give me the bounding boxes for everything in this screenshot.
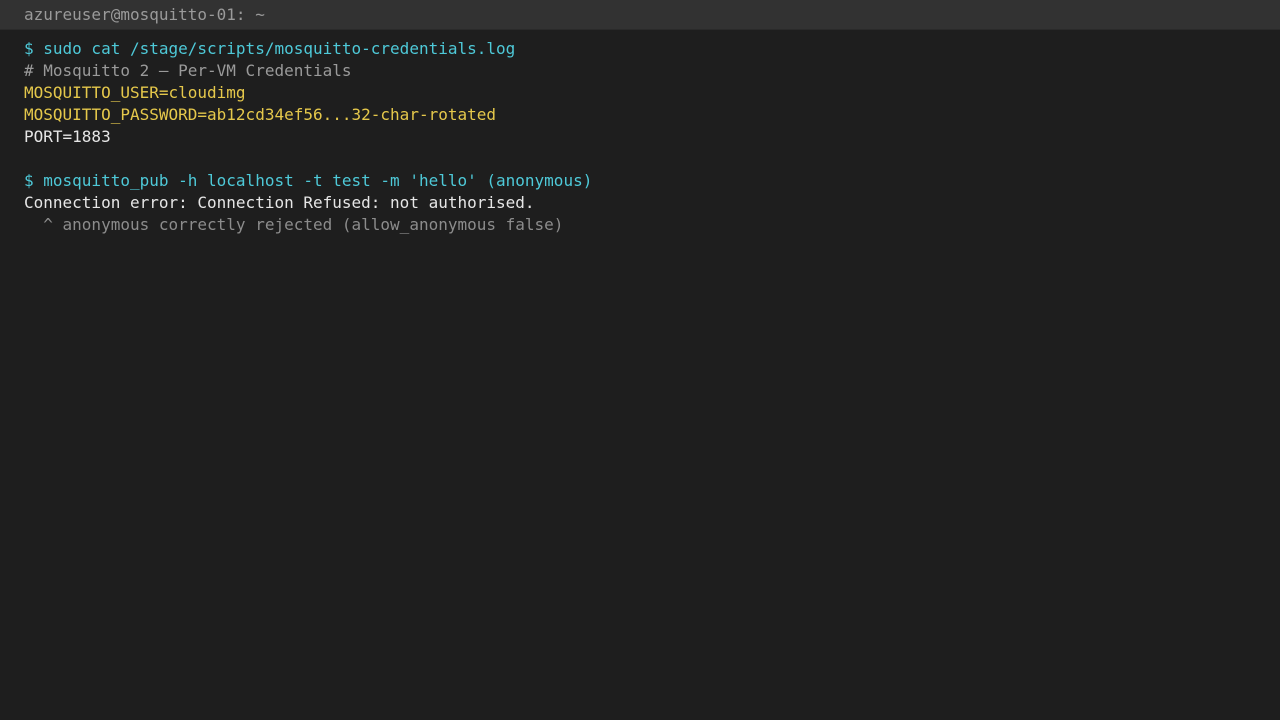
- terminal-output[interactable]: $ sudo cat /stage/scripts/mosquitto-cred…: [24, 38, 1256, 720]
- terminal-line-command: $ sudo cat /stage/scripts/mosquitto-cred…: [24, 39, 516, 58]
- terminal-window: azureuser@mosquitto-01: ~ $ sudo cat /st…: [0, 0, 1280, 720]
- terminal-line-env-user: MOSQUITTO_USER=cloudimg: [24, 83, 246, 102]
- terminal-line-port: PORT=1883: [24, 127, 111, 146]
- title-bar[interactable]: azureuser@mosquitto-01: ~: [0, 0, 1280, 30]
- terminal-line-command: $ mosquitto_pub -h localhost -t test -m …: [24, 171, 593, 190]
- terminal-line-comment: # Mosquitto 2 — Per-VM Credentials: [24, 61, 352, 80]
- terminal-line-env-password: MOSQUITTO_PASSWORD=ab12cd34ef56...32-cha…: [24, 105, 497, 124]
- window-title: azureuser@mosquitto-01: ~: [24, 4, 265, 24]
- terminal-line-error: Connection error: Connection Refused: no…: [24, 193, 535, 212]
- terminal-line-note: ^ anonymous correctly rejected (allow_an…: [24, 215, 564, 234]
